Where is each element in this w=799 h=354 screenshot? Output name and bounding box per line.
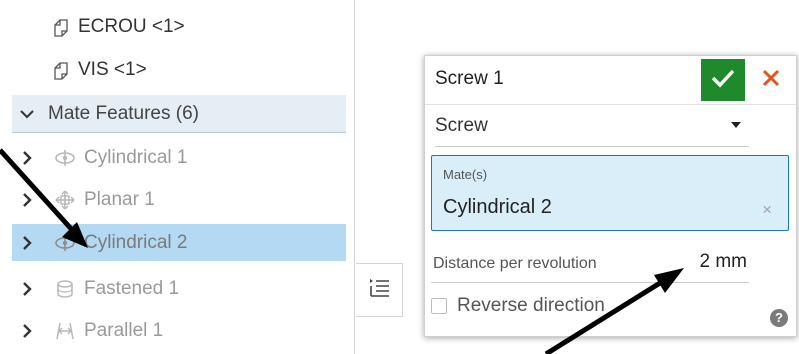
list-view-toggle-button[interactable] [356,263,403,317]
chevron-right-icon[interactable] [14,281,40,296]
tree-item-label: Cylindrical 1 [84,146,188,168]
panel-divider [354,0,355,354]
reverse-direction-label: Reverse direction [457,295,605,316]
chevron-right-icon[interactable] [14,323,40,338]
tree-item-label: VIS <1> [78,58,147,80]
parallel-mate-icon [54,320,76,342]
fastened-mate-icon [54,278,76,300]
mates-field-value: Cylindrical 2 [443,196,552,218]
chevron-right-icon[interactable] [14,150,40,165]
clear-selection-icon[interactable]: × [762,200,772,220]
close-icon [762,69,780,92]
mates-selection-field[interactable]: Mate(s) Cylindrical 2 × [431,155,789,231]
help-icon[interactable]: ? [770,309,788,327]
tree-item-label: Parallel 1 [84,319,164,341]
cylindrical-mate-icon [54,147,76,169]
part-icon [50,59,72,81]
cancel-button[interactable] [751,59,791,101]
folder-label: Mate Features (6) [48,102,199,124]
chevron-right-icon[interactable] [14,235,40,250]
tree-item-label: Planar 1 [84,188,155,210]
mate-features-folder[interactable]: Mate Features (6) [12,95,346,133]
tree-item-planar-1[interactable]: Planar 1 [12,181,346,218]
reverse-direction-checkbox[interactable] [431,298,447,314]
tree-item-part-vis[interactable]: VIS <1> [50,51,384,88]
distance-value-input[interactable]: 2 mm [700,251,748,273]
list-icon [367,276,391,305]
dialog-title: Screw 1 [435,68,504,89]
mate-type-select[interactable]: Screw [435,106,749,147]
tree-item-cylindrical-1[interactable]: Cylindrical 1 [12,139,346,176]
mates-field-label: Mate(s) [443,167,488,182]
feature-tree: ECROU <1> VIS <1> Mate Features (6) Cyli… [0,0,352,354]
tree-item-parallel-1[interactable]: Parallel 1 [12,312,346,349]
caret-down-icon [731,122,741,128]
mate-type-value: Screw [435,115,488,136]
tree-item-label: Fastened 1 [84,277,180,299]
accept-button[interactable] [701,59,745,101]
chevron-down-icon[interactable] [14,109,40,119]
tree-item-part-ecrou[interactable]: ECROU <1> [50,8,384,45]
part-icon [50,16,72,38]
distance-label: Distance per revolution [433,255,597,272]
cylindrical-mate-icon [54,232,76,254]
distance-per-revolution-field[interactable]: Distance per revolution 2 mm [431,244,749,283]
screw-mate-dialog: Screw 1 Screw Mate(s) Cylindrical 2 × Di… [424,55,797,337]
dialog-header: Screw 1 [425,56,796,105]
chevron-right-icon[interactable] [14,192,40,207]
tree-item-fastened-1[interactable]: Fastened 1 [12,270,346,307]
tree-item-label: Cylindrical 2 [84,231,188,253]
planar-mate-icon [54,189,76,211]
check-icon [711,68,735,93]
tree-item-label: ECROU <1> [78,15,185,37]
reverse-direction-option[interactable]: Reverse direction [431,292,605,320]
tree-item-cylindrical-2[interactable]: Cylindrical 2 [12,224,346,261]
